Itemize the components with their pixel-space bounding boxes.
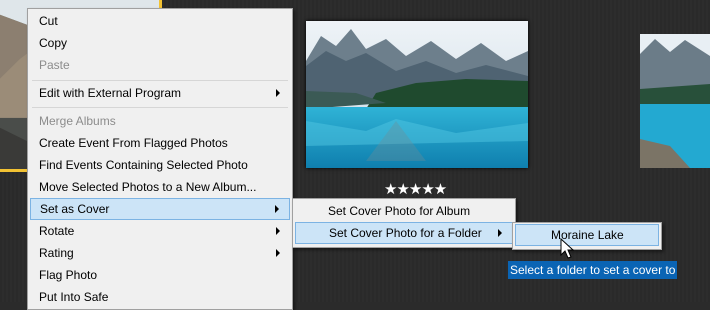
photo-thumbnail-partial[interactable] xyxy=(640,34,710,168)
menu-item-cut[interactable]: Cut xyxy=(30,10,290,32)
submenu-arrow-icon xyxy=(498,229,502,237)
photo-thumbnail-moraine-lake[interactable] xyxy=(306,21,528,168)
submenu-arrow-icon xyxy=(276,89,280,97)
tooltip: Select a folder to set a cover to xyxy=(508,261,678,279)
submenu-arrow-icon xyxy=(275,205,279,213)
menu-separator xyxy=(32,80,288,81)
context-menu: Cut Copy Paste Edit with External Progra… xyxy=(27,8,293,310)
menu-item-copy[interactable]: Copy xyxy=(30,32,290,54)
menu-separator xyxy=(32,107,288,108)
menu-item-cover-for-album[interactable]: Set Cover Photo for Album xyxy=(295,200,513,222)
menu-item-put-into-safe[interactable]: Put Into Safe xyxy=(30,286,290,308)
submenu-arrow-icon xyxy=(276,249,280,257)
menu-item-label: Rating xyxy=(39,246,74,260)
menu-item-find-events[interactable]: Find Events Containing Selected Photo xyxy=(30,154,290,176)
menu-item-label: Edit with External Program xyxy=(39,86,182,100)
menu-item-edit-external[interactable]: Edit with External Program xyxy=(30,82,290,104)
menu-item-rating[interactable]: Rating xyxy=(30,242,290,264)
mouse-pointer-icon xyxy=(560,238,574,259)
menu-item-move-to-new-album[interactable]: Move Selected Photos to a New Album... xyxy=(30,176,290,198)
submenu-arrow-icon xyxy=(276,227,280,235)
menu-item-folder-moraine-lake[interactable]: Moraine Lake xyxy=(515,224,659,246)
menu-item-label: Rotate xyxy=(39,224,75,238)
menu-item-label: Set as Cover xyxy=(40,202,110,216)
menu-item-label: Set Cover Photo for a Folder xyxy=(329,226,482,240)
rating-stars[interactable]: ★★★★★ xyxy=(384,180,450,198)
menu-item-cover-for-folder[interactable]: Set Cover Photo for a Folder xyxy=(295,222,513,244)
menu-item-paste[interactable]: Paste xyxy=(30,54,290,76)
cover-submenu: Set Cover Photo for Album Set Cover Phot… xyxy=(292,198,516,248)
menu-item-merge-albums[interactable]: Merge Albums xyxy=(30,110,290,132)
menu-item-flag-photo[interactable]: Flag Photo xyxy=(30,264,290,286)
folder-submenu: Moraine Lake xyxy=(512,222,662,250)
menu-item-rotate[interactable]: Rotate xyxy=(30,220,290,242)
menu-item-set-as-cover[interactable]: Set as Cover xyxy=(30,198,290,220)
menu-item-create-event[interactable]: Create Event From Flagged Photos xyxy=(30,132,290,154)
